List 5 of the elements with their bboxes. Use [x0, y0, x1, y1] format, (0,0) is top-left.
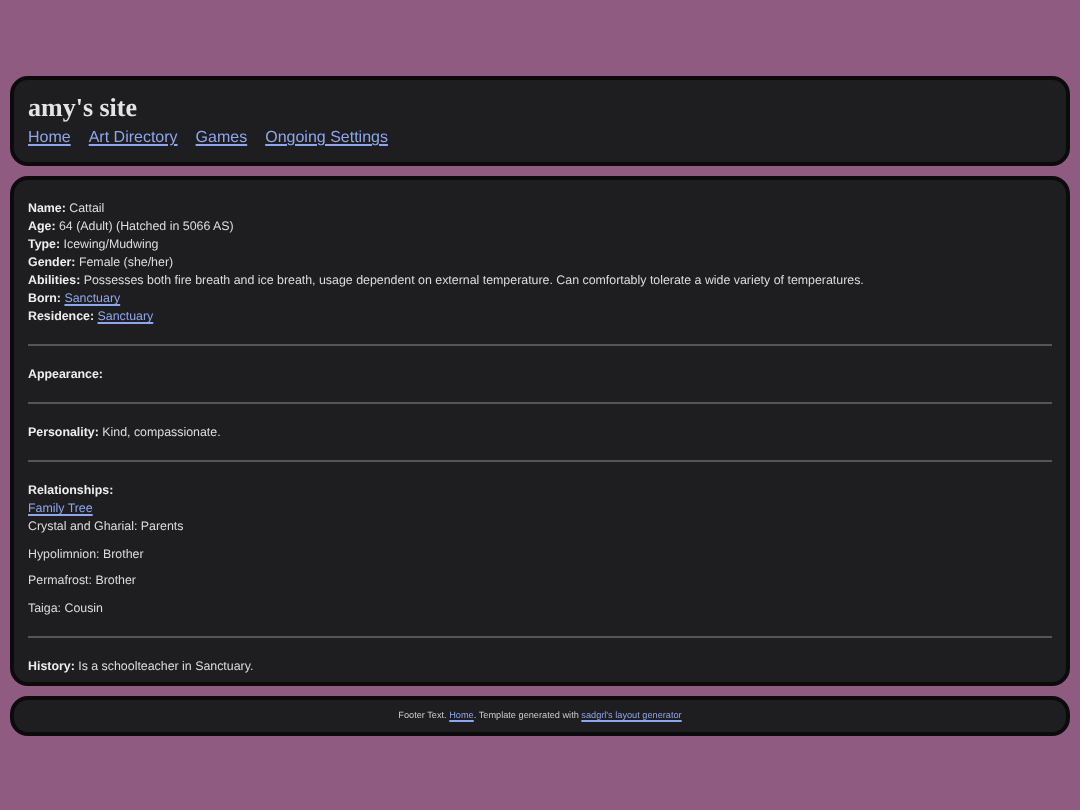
nav-link[interactable]: Ongoing Settings	[265, 128, 388, 146]
nav-link[interactable]: Games	[195, 128, 248, 146]
nav-link[interactable]: Home	[28, 128, 71, 146]
nav-link[interactable]: Art Directory	[88, 128, 178, 146]
site-title: amy's site	[28, 92, 140, 124]
